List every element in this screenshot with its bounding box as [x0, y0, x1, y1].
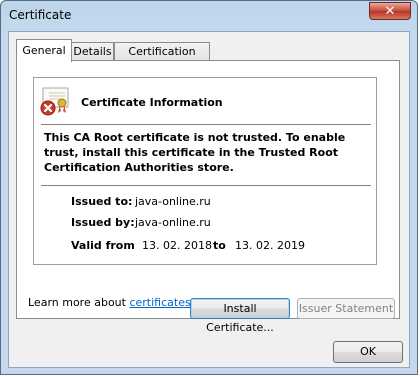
trust-warning-text: This CA Root certificate is not trusted.…	[44, 131, 346, 174]
install-certificate-button[interactable]: Install Certificate...	[190, 298, 290, 334]
close-button[interactable]: ✕	[369, 2, 411, 20]
issuer-statement-button[interactable]: Issuer Statement	[297, 298, 395, 319]
valid-to-label: to	[213, 239, 226, 252]
valid-to-value: 13. 02. 2019	[235, 239, 305, 252]
certificate-info-title: Certificate Information	[81, 96, 223, 109]
tab-details[interactable]: Details	[71, 42, 114, 61]
issued-by-value: java-online.ru	[135, 216, 211, 229]
title-bar[interactable]: Certificate ✕	[1, 1, 417, 31]
dialog-client-area: General Details Certification Path Certi…	[8, 31, 410, 368]
issued-to-value: java-online.ru	[135, 195, 211, 208]
divider	[41, 185, 371, 186]
window-title: Certificate	[9, 8, 72, 22]
certificate-dialog: Certificate ✕ General Details Certificat…	[0, 0, 418, 375]
learn-more-prefix: Learn more about	[28, 296, 130, 309]
issued-to-row: Issued to:	[71, 195, 132, 208]
valid-from-row: Valid from	[71, 239, 135, 252]
tab-general[interactable]: General	[16, 39, 72, 62]
certificate-info-box: Certificate Information This CA Root cer…	[33, 77, 377, 265]
general-tab-panel: Certificate Information This CA Root cer…	[16, 60, 400, 334]
ok-button[interactable]: OK	[333, 341, 403, 363]
valid-from-value: 13. 02. 2018	[142, 239, 212, 252]
valid-from-label: Valid from	[71, 239, 135, 252]
learn-more-text: Learn more about certificates	[28, 296, 191, 309]
close-icon: ✕	[384, 4, 396, 19]
tab-certification-path[interactable]: Certification Path	[114, 42, 210, 75]
divider	[41, 124, 371, 125]
issued-by-row: Issued by:	[71, 216, 135, 229]
certificate-error-icon	[40, 87, 69, 116]
issued-by-label: Issued by:	[71, 216, 135, 229]
certificates-link[interactable]: certificates	[129, 296, 190, 309]
issued-to-label: Issued to:	[71, 195, 133, 208]
